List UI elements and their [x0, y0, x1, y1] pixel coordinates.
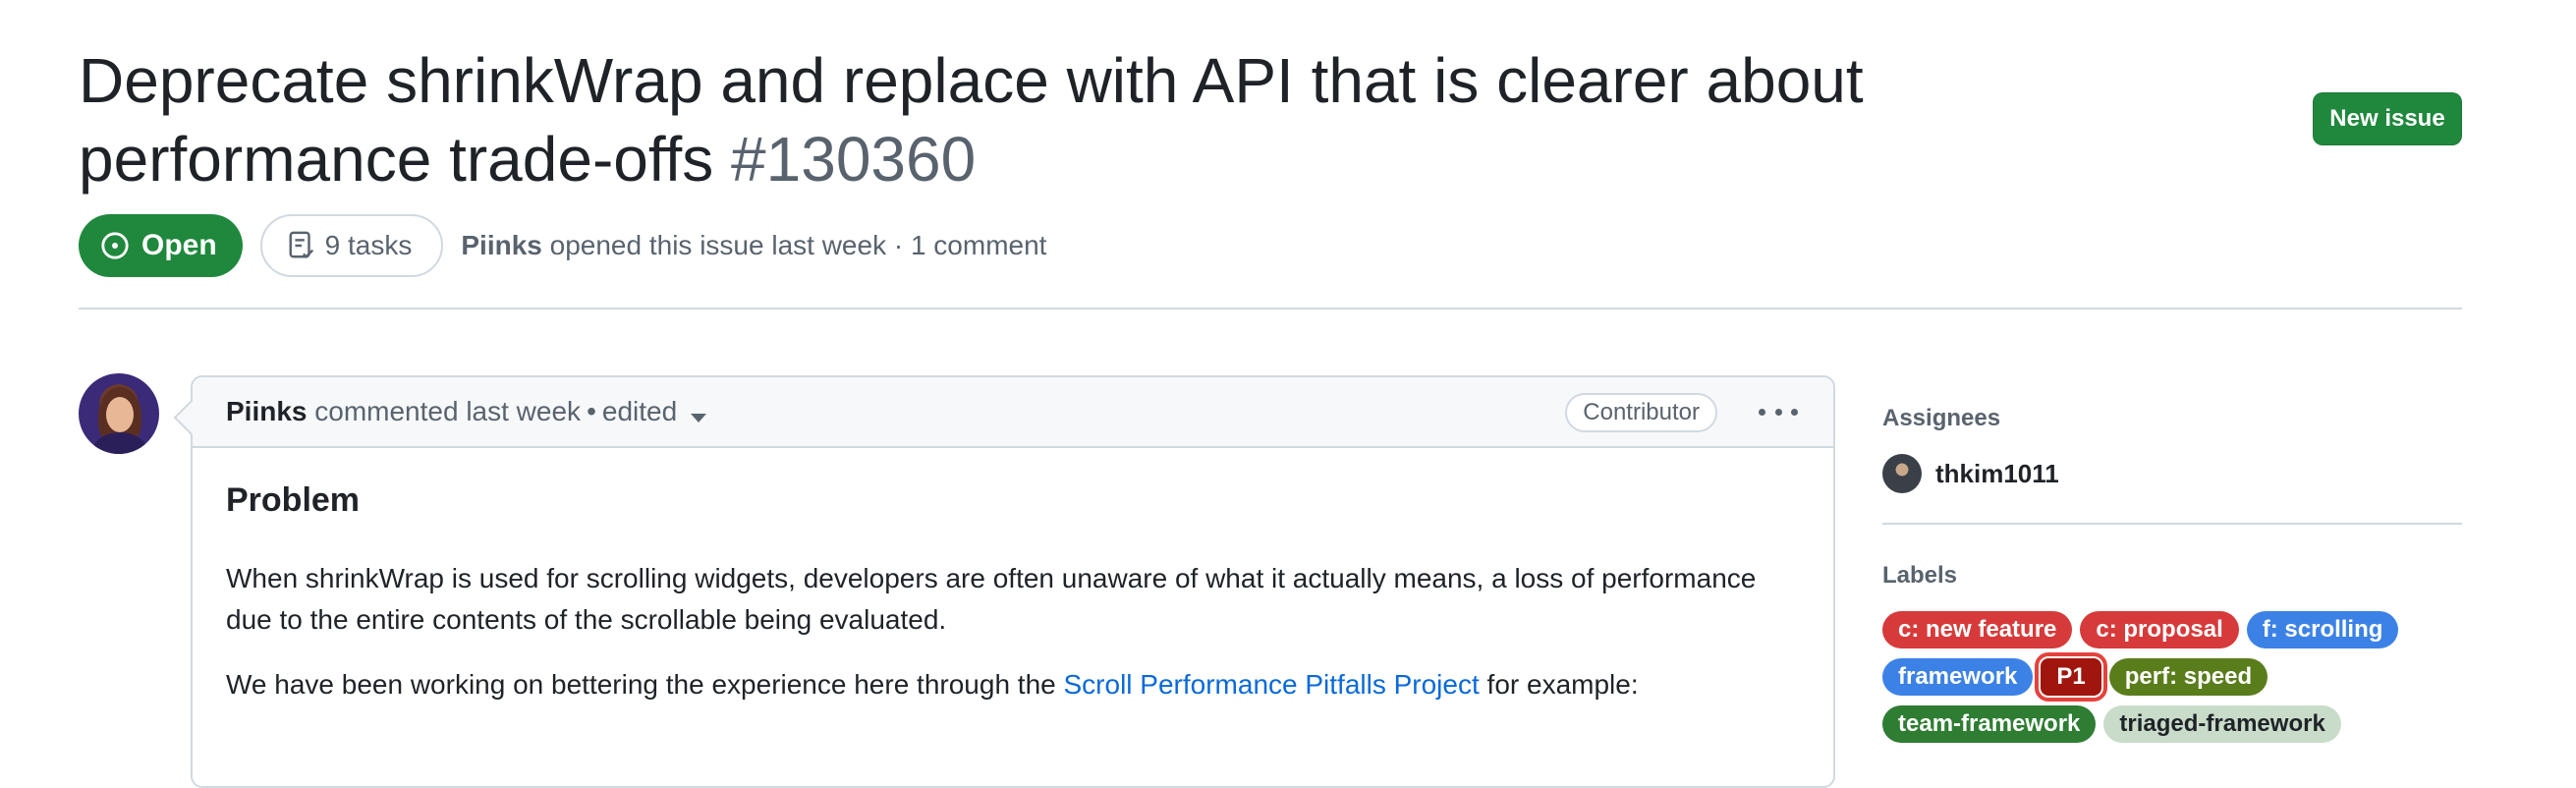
comment-paragraph-2: We have been working on bettering the ex… [226, 664, 1800, 705]
comment-header: Piinks commented last week • edited Contri… [193, 377, 1833, 448]
issue-state-label: Open [141, 229, 217, 261]
label-chip[interactable]: P1 [2035, 652, 2107, 702]
sidebar-divider [1882, 523, 2462, 525]
label-chip[interactable]: triaged-framework [2103, 705, 2341, 743]
issue-author-link[interactable]: Piinks [461, 230, 541, 260]
sidebar: Assignees thkim1011 Labels c: new featur… [1882, 403, 2462, 743]
assignees-heading[interactable]: Assignees [1882, 403, 2462, 434]
comment-timestamp[interactable]: commented last week [314, 396, 581, 427]
avatar [1882, 454, 1922, 493]
kebab-horizontal-icon[interactable] [1759, 397, 1798, 426]
label-chip[interactable]: perf: speed [2108, 658, 2268, 696]
labels-heading[interactable]: Labels [1882, 560, 2462, 591]
issue-title: Deprecate shrinkWrap and replace with AP… [79, 41, 2191, 198]
label-chip[interactable]: f: scrolling [2246, 611, 2399, 648]
issue-state-badge: Open [79, 214, 243, 277]
label-chip[interactable]: c: new feature [1882, 611, 2073, 648]
new-issue-button[interactable]: New issue [2313, 92, 2462, 145]
label-chip[interactable]: c: proposal [2080, 611, 2239, 648]
comment-paragraph-1: When shrinkWrap is used for scrolling wi… [226, 563, 1757, 635]
avatar[interactable] [79, 373, 159, 454]
comment-body: Problem When shrinkWrap is used for scro… [193, 448, 1833, 705]
issue-opened-info: Piinks opened this issue last week · 1 c… [461, 230, 1046, 261]
issue-meta: Open 9 tasks Piinks opened this issue la… [79, 214, 1046, 277]
issue-opened-text: opened this issue last week · 1 comment [549, 230, 1047, 260]
label-chip[interactable]: framework [1882, 658, 2034, 696]
paragraph-2-after: for example: [1479, 669, 1639, 700]
assignee-item[interactable]: thkim1011 [1882, 454, 2462, 493]
header-divider [79, 308, 2462, 310]
issue-number: #130360 [731, 124, 977, 195]
label-chip[interactable]: team-framework [1882, 705, 2097, 743]
contributor-badge: Contributor [1565, 393, 1717, 432]
comment-separator: • [587, 396, 596, 426]
edited-label: edited [601, 396, 678, 426]
comment-heading: Problem [226, 481, 361, 519]
tasks-label: 9 tasks [324, 230, 413, 260]
paragraph-2-before: We have been working on bettering the ex… [226, 669, 1064, 700]
assignee-name: thkim1011 [1935, 458, 2059, 488]
checklist-icon [289, 231, 313, 258]
triangle-down-icon [691, 414, 707, 422]
scroll-performance-link[interactable]: Scroll Performance Pitfalls Project [1064, 669, 1480, 700]
labels-list: c: new feature c: proposal f: scrolling … [1882, 611, 2433, 743]
issue-opened-icon [101, 232, 129, 259]
comment-author-link[interactable]: Piinks [226, 396, 307, 427]
avatar-face [106, 397, 134, 432]
comment-box: Piinks commented last week • edited Contri… [191, 375, 1835, 788]
comment-edited-menu[interactable]: edited [601, 396, 707, 427]
tasks-button[interactable]: 9 tasks [259, 214, 444, 277]
